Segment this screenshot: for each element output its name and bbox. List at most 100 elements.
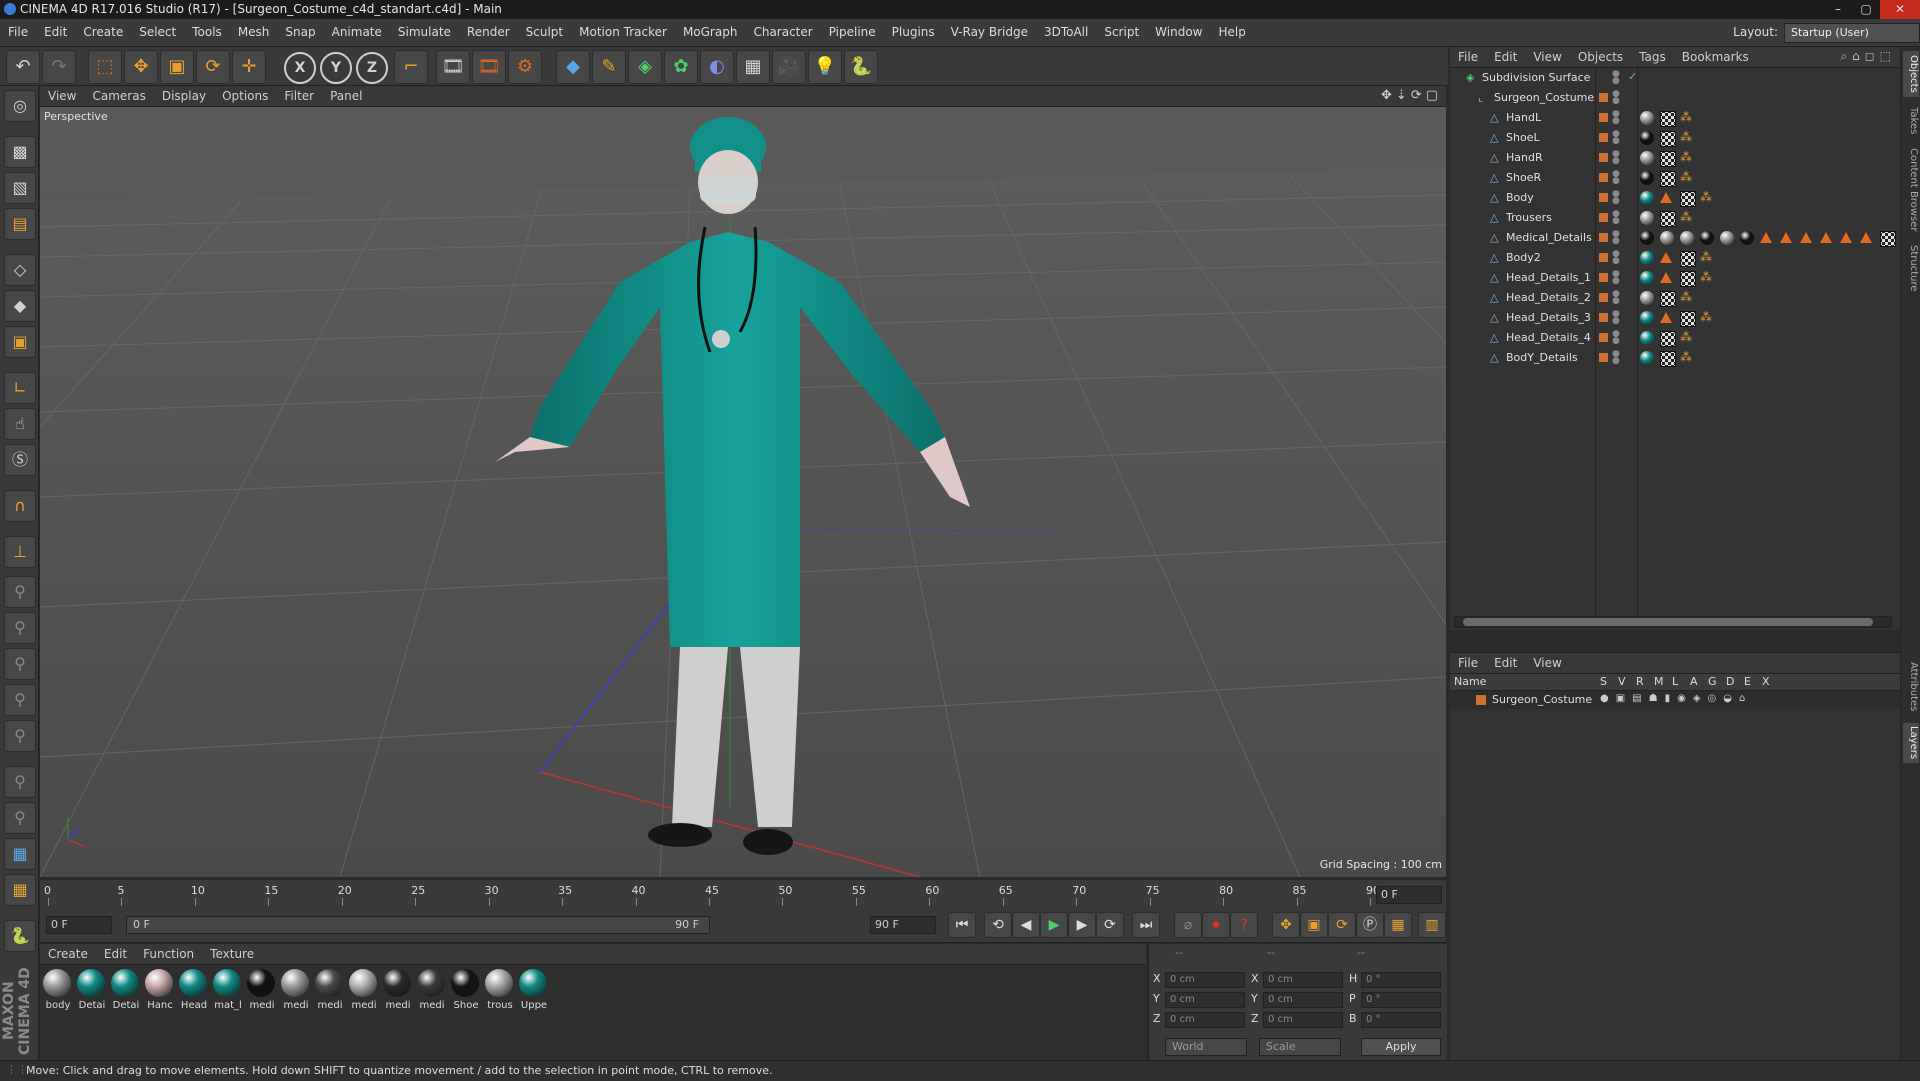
layer-color-swatch[interactable]: [1599, 293, 1608, 302]
current-frame-field[interactable]: 0 F: [1376, 886, 1442, 904]
uvw-tag-icon[interactable]: [1680, 271, 1696, 287]
menu-character[interactable]: Character: [745, 19, 820, 46]
material-tag-icon[interactable]: [1640, 151, 1654, 165]
rotation-p-field[interactable]: 0 °: [1361, 992, 1441, 1008]
visibility-dots-icon[interactable]: ● ●: [1612, 130, 1620, 146]
object-name[interactable]: Medical_Details: [1506, 231, 1592, 244]
material-tag-icon[interactable]: [1640, 311, 1654, 325]
menu-mograph[interactable]: MoGraph: [675, 19, 746, 46]
position-y-field[interactable]: 0 cm: [1165, 992, 1245, 1008]
object-row[interactable]: △ Head_Details_3 ● ● ⁂: [1450, 308, 1900, 328]
uvw-tag-icon[interactable]: [1680, 191, 1696, 207]
uvw-tag-icon[interactable]: [1660, 171, 1676, 187]
object-manager-scrollbar[interactable]: [1454, 616, 1892, 628]
visibility-dots-icon[interactable]: ● ●: [1612, 230, 1620, 246]
object-name[interactable]: Subdivision Surface: [1482, 71, 1590, 84]
visibility-dots-icon[interactable]: ● ●: [1612, 210, 1620, 226]
material-tag-icon[interactable]: [1640, 131, 1654, 145]
frame-range-slider[interactable]: 0 F 90 F: [126, 916, 710, 934]
menu-3dtoall[interactable]: 3DToAll: [1036, 19, 1096, 46]
texture-mode-icon[interactable]: ▧: [4, 172, 36, 204]
menu-animate[interactable]: Animate: [324, 19, 390, 46]
object-row[interactable]: △ Head_Details_2 ● ● ⁂: [1450, 288, 1900, 308]
selection-tag-icon[interactable]: [1660, 312, 1672, 323]
selection-tag-icon[interactable]: [1840, 232, 1852, 243]
object-name[interactable]: Body2: [1506, 251, 1541, 264]
object-name[interactable]: Head_Details_3: [1506, 311, 1591, 324]
object-name[interactable]: Head_Details_2: [1506, 291, 1591, 304]
object-row[interactable]: △ Trousers ● ● ⁂: [1450, 208, 1900, 228]
size-z-field[interactable]: 0 cm: [1263, 1012, 1343, 1028]
autokey-icon[interactable]: ⏺: [1202, 912, 1230, 938]
object-row[interactable]: △ Head_Details_4 ● ● ⁂: [1450, 328, 1900, 348]
om-menu-file[interactable]: File: [1450, 47, 1486, 67]
visibility-dots-icon[interactable]: ● ●: [1612, 70, 1620, 86]
lm-menu-edit[interactable]: Edit: [1486, 653, 1525, 673]
viewport-menu-cameras[interactable]: Cameras: [84, 86, 153, 106]
enabled-check-icon[interactable]: ✓: [1628, 70, 1637, 83]
visibility-dots-icon[interactable]: ● ●: [1612, 270, 1620, 286]
render-settings-icon[interactable]: ⚙: [508, 50, 542, 84]
position-z-field[interactable]: 0 cm: [1165, 1012, 1245, 1028]
lm-menu-file[interactable]: File: [1450, 653, 1486, 673]
uvw-tag-icon[interactable]: [1680, 251, 1696, 267]
phong-tag-icon[interactable]: ⁂: [1700, 250, 1712, 264]
layer-color-swatch[interactable]: [1476, 695, 1486, 705]
layer-color-swatch[interactable]: [1599, 333, 1608, 342]
paint-weights-icon[interactable]: ⚲: [4, 802, 36, 834]
menu-vray-bridge[interactable]: V-Ray Bridge: [943, 19, 1036, 46]
phong-tag-icon[interactable]: ⁂: [1680, 170, 1692, 184]
viewport-menu-filter[interactable]: Filter: [276, 86, 322, 106]
material-menu-create[interactable]: Create: [40, 944, 96, 964]
x-axis-lock-button[interactable]: X: [284, 52, 316, 84]
coordinate-system-icon[interactable]: ⌐: [394, 50, 428, 84]
tab-attributes[interactable]: Attributes: [1903, 657, 1919, 717]
uvw-tag-icon[interactable]: [1660, 351, 1676, 367]
material-swatch[interactable]: body: [42, 969, 72, 1011]
object-row[interactable]: △ Body2 ● ● ⁂: [1450, 248, 1900, 268]
menu-snap[interactable]: Snap: [277, 19, 323, 46]
timeline-ruler[interactable]: 0 5 10 15 20 25 30 35 40 45 50 55 60 65 70 75 80 85 90 0 F: [40, 880, 1446, 906]
object-row[interactable]: △ BodY_Details ● ● ⁂: [1450, 348, 1900, 368]
material-menu-edit[interactable]: Edit: [96, 944, 135, 964]
material-tag-icon[interactable]: [1640, 191, 1654, 205]
menu-edit[interactable]: Edit: [36, 19, 75, 46]
transform-tool-icon[interactable]: ✛: [232, 50, 266, 84]
workplane-mode-icon[interactable]: ▤: [4, 208, 36, 240]
prev-key-icon[interactable]: ⟲: [984, 912, 1012, 938]
layer-color-swatch[interactable]: [1599, 273, 1608, 282]
spline-pen-icon[interactable]: ✎: [592, 50, 626, 84]
snap-icon[interactable]: Ⓢ: [4, 444, 36, 476]
camera-icon[interactable]: 🎥: [772, 50, 806, 84]
rotation-h-field[interactable]: 0 °: [1361, 972, 1441, 988]
layer-color-swatch[interactable]: [1599, 173, 1608, 182]
layer-color-swatch[interactable]: [1599, 353, 1608, 362]
object-name[interactable]: Head_Details_1: [1506, 271, 1591, 284]
om-menu-objects[interactable]: Objects: [1570, 47, 1631, 67]
material-swatch[interactable]: Detai: [110, 969, 140, 1011]
bind-icon[interactable]: ⚲: [4, 766, 36, 798]
phong-tag-icon[interactable]: ⁂: [1680, 150, 1692, 164]
visibility-dots-icon[interactable]: ● ●: [1612, 330, 1620, 346]
object-name[interactable]: Body: [1506, 191, 1534, 204]
material-tag-icon[interactable]: [1640, 231, 1654, 245]
object-row[interactable]: △ ShoeL ● ● ⁂: [1450, 128, 1900, 148]
make-editable-icon[interactable]: ◎: [4, 90, 36, 122]
object-row[interactable]: ⌞ Surgeon_Costume ● ●: [1450, 88, 1900, 108]
object-name[interactable]: HandL: [1506, 111, 1541, 124]
goto-end-icon[interactable]: ⏭: [1132, 912, 1160, 938]
visibility-dots-icon[interactable]: ● ●: [1612, 150, 1620, 166]
material-swatch[interactable]: medi: [314, 969, 344, 1011]
uvw-tag-icon[interactable]: [1660, 331, 1676, 347]
viewport-solo-icon[interactable]: ▦: [4, 874, 36, 906]
om-menu-bookmarks[interactable]: Bookmarks: [1674, 47, 1757, 67]
magnet-icon[interactable]: ∩: [4, 490, 36, 522]
light-icon[interactable]: 💡: [808, 50, 842, 84]
object-name[interactable]: HandR: [1506, 151, 1543, 164]
phong-tag-icon[interactable]: ⁂: [1680, 130, 1692, 144]
material-tag-icon[interactable]: [1640, 291, 1654, 305]
object-name[interactable]: Surgeon_Costume: [1494, 91, 1594, 104]
move-tool-icon[interactable]: ✥: [124, 50, 158, 84]
render-to-picture-viewer-icon[interactable]: 🎞: [472, 50, 506, 84]
menu-help[interactable]: Help: [1210, 19, 1253, 46]
